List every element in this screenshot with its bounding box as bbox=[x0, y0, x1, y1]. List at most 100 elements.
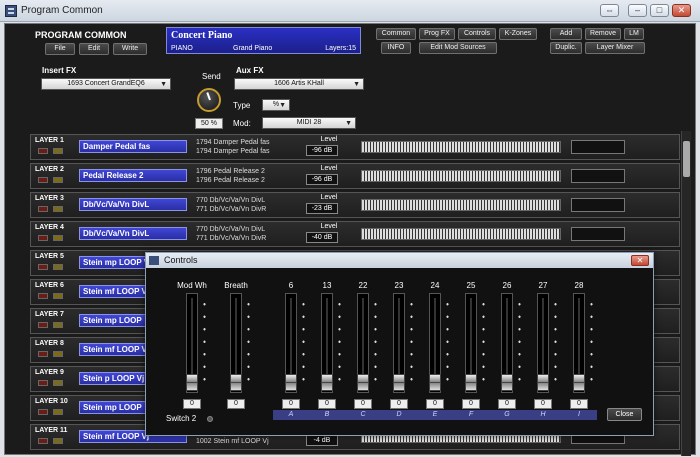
close-dialog-icon[interactable]: ✕ bbox=[631, 255, 649, 266]
controller-value[interactable]: 0 bbox=[354, 399, 372, 409]
solo-toggle[interactable] bbox=[53, 409, 63, 415]
aux-fx-dropdown[interactable]: 1606 Artis KHall ▼ bbox=[234, 78, 364, 90]
controls-button[interactable]: Controls bbox=[458, 28, 496, 40]
slider-handle[interactable] bbox=[321, 374, 333, 391]
resize-icon[interactable]: ⇔ bbox=[600, 4, 619, 17]
mute-toggle[interactable] bbox=[38, 206, 48, 212]
controller-value[interactable]: 0 bbox=[534, 399, 552, 409]
chevron-down-icon: ▼ bbox=[353, 81, 360, 88]
mute-toggle[interactable] bbox=[38, 322, 48, 328]
controller-value[interactable]: 0 bbox=[498, 399, 516, 409]
solo-toggle[interactable] bbox=[53, 148, 63, 154]
layer-row[interactable]: LAYER 4 Db/Vc/Va/Vn DivL 770 Db/Vc/Va/Vn D… bbox=[30, 221, 680, 247]
layer-program-name[interactable]: Db/Vc/Va/Vn DivL bbox=[79, 227, 187, 240]
slider-handle[interactable] bbox=[429, 374, 441, 391]
velocity-display[interactable] bbox=[571, 140, 625, 154]
file-button[interactable]: File bbox=[45, 43, 75, 55]
controller-value[interactable]: 0 bbox=[183, 399, 201, 409]
solo-toggle[interactable] bbox=[53, 293, 63, 299]
slider-handle[interactable] bbox=[230, 374, 242, 391]
slider-handle[interactable] bbox=[393, 374, 405, 391]
minimize-icon[interactable]: – bbox=[628, 4, 647, 17]
solo-toggle[interactable] bbox=[53, 438, 63, 444]
layer-row[interactable]: LAYER 3 Db/Vc/Va/Vn DivL 770 Db/Vc/Va/Vn D… bbox=[30, 192, 680, 218]
slider-handle[interactable] bbox=[357, 374, 369, 391]
maximize-icon[interactable]: □ bbox=[650, 4, 669, 17]
velocity-display[interactable] bbox=[571, 198, 625, 212]
send-value[interactable]: 50 % bbox=[195, 118, 223, 129]
solo-toggle[interactable] bbox=[53, 351, 63, 357]
solo-toggle[interactable] bbox=[53, 206, 63, 212]
key-range-keyboard[interactable] bbox=[361, 170, 561, 182]
layer-program-name[interactable]: Damper Pedal fas bbox=[79, 140, 187, 153]
layer-label: LAYER 3 bbox=[35, 195, 64, 202]
mute-toggle[interactable] bbox=[38, 293, 48, 299]
key-range-keyboard[interactable] bbox=[361, 199, 561, 211]
slider-handle[interactable] bbox=[465, 374, 477, 391]
scrollbar-thumb[interactable] bbox=[683, 141, 690, 177]
layer-program-name[interactable]: Db/Vc/Va/Vn DivL bbox=[79, 198, 187, 211]
layer-scrollbar[interactable] bbox=[681, 131, 691, 456]
mute-toggle[interactable] bbox=[38, 235, 48, 241]
controller-value[interactable]: 0 bbox=[227, 399, 245, 409]
edit-mod-sources-button[interactable]: Edit Mod Sources bbox=[419, 42, 497, 54]
solo-toggle[interactable] bbox=[53, 177, 63, 183]
slider-handle[interactable] bbox=[573, 374, 585, 391]
key-range-keyboard[interactable] bbox=[361, 228, 561, 240]
controller-value[interactable]: 0 bbox=[318, 399, 336, 409]
slider-scale bbox=[446, 298, 449, 388]
velocity-display[interactable] bbox=[571, 227, 625, 241]
type-dropdown[interactable]: % ▼ bbox=[262, 99, 290, 111]
slider-handle[interactable] bbox=[285, 374, 297, 391]
mute-toggle[interactable] bbox=[38, 351, 48, 357]
prog-fx-button[interactable]: Prog FX bbox=[419, 28, 455, 40]
mute-toggle[interactable] bbox=[38, 380, 48, 386]
level-value[interactable]: -96 dB bbox=[306, 145, 338, 156]
slider-handle[interactable] bbox=[537, 374, 549, 391]
insert-fx-dropdown[interactable]: 1693 Concert GrandEQ6 ▼ bbox=[41, 78, 171, 90]
mute-toggle[interactable] bbox=[38, 264, 48, 270]
mod-dropdown[interactable]: MIDI 28 ▼ bbox=[262, 117, 356, 129]
level-value[interactable]: -40 dB bbox=[306, 232, 338, 243]
velocity-display[interactable] bbox=[571, 169, 625, 183]
slider-handle[interactable] bbox=[186, 374, 198, 391]
layer-label: LAYER 10 bbox=[35, 398, 68, 405]
add-button[interactable]: Add bbox=[550, 28, 582, 40]
controller-label: Breath bbox=[224, 281, 248, 290]
remove-button[interactable]: Remove bbox=[585, 28, 621, 40]
controller-value[interactable]: 0 bbox=[570, 399, 588, 409]
mute-toggle[interactable] bbox=[38, 438, 48, 444]
mute-toggle[interactable] bbox=[38, 409, 48, 415]
solo-toggle[interactable] bbox=[53, 380, 63, 386]
controller-value[interactable]: 0 bbox=[426, 399, 444, 409]
edit-button[interactable]: Edit bbox=[79, 43, 109, 55]
send-knob[interactable] bbox=[197, 88, 221, 112]
level-value[interactable]: -4 dB bbox=[306, 435, 338, 446]
controller-value[interactable]: 0 bbox=[462, 399, 480, 409]
controller-value[interactable]: 0 bbox=[390, 399, 408, 409]
layer-mixer-button[interactable]: Layer Mixer bbox=[585, 42, 645, 54]
close-button[interactable]: Close bbox=[607, 408, 642, 421]
key-range-keyboard[interactable] bbox=[361, 141, 561, 153]
solo-toggle[interactable] bbox=[53, 322, 63, 328]
controller-value[interactable]: 0 bbox=[282, 399, 300, 409]
solo-toggle[interactable] bbox=[53, 264, 63, 270]
mute-toggle[interactable] bbox=[38, 148, 48, 154]
slider-handle[interactable] bbox=[501, 374, 513, 391]
switch-2-toggle[interactable] bbox=[207, 416, 213, 422]
layer-row[interactable]: LAYER 1 Damper Pedal fas 1794 Damper Pedal… bbox=[30, 134, 680, 160]
layer-row[interactable]: LAYER 2 Pedal Release 2 1796 Pedal Release… bbox=[30, 163, 680, 189]
layer-program-name[interactable]: Pedal Release 2 bbox=[79, 169, 187, 182]
lm-button[interactable]: LM bbox=[624, 28, 644, 40]
mute-toggle[interactable] bbox=[38, 177, 48, 183]
program-display[interactable]: Concert Piano PIANO Grand Piano Layers:1… bbox=[166, 27, 361, 54]
level-value[interactable]: -23 dB bbox=[306, 203, 338, 214]
common-button[interactable]: Common bbox=[376, 28, 416, 40]
close-window-icon[interactable]: ✕ bbox=[672, 4, 691, 17]
solo-toggle[interactable] bbox=[53, 235, 63, 241]
info-button[interactable]: INFO bbox=[381, 42, 411, 54]
level-value[interactable]: -96 dB bbox=[306, 174, 338, 185]
duplicate-button[interactable]: Duplic. bbox=[550, 42, 582, 54]
k-zones-button[interactable]: K-Zones bbox=[499, 28, 537, 40]
write-button[interactable]: Write bbox=[113, 43, 147, 55]
